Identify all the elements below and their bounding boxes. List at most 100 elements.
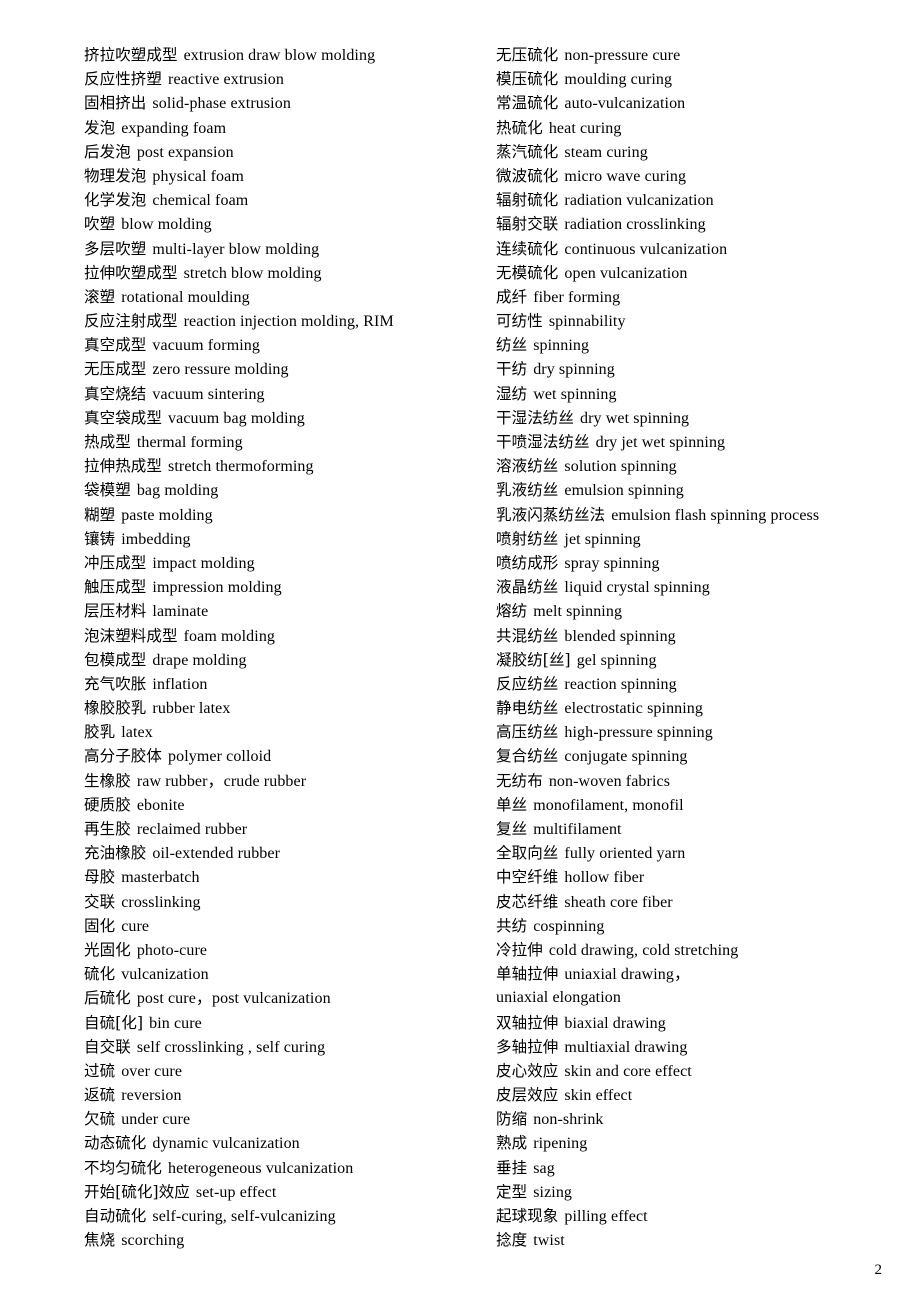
glossary-term-en: oil-extended rubber xyxy=(152,845,281,863)
glossary-term-zh: 光固化 xyxy=(84,940,131,959)
glossary-entry: 拉伸吹塑成型 stretch blow molding xyxy=(84,261,484,285)
glossary-term-zh: 常温硫化 xyxy=(496,94,559,113)
glossary-term-zh: 干湿法纺丝 xyxy=(496,408,575,427)
glossary-term-zh: 高压纺丝 xyxy=(496,723,559,742)
glossary-term-en: impact molding xyxy=(152,554,255,572)
glossary-term-en: spray spinning xyxy=(564,554,660,572)
glossary-entry: 垂挂 sag xyxy=(496,1156,884,1180)
glossary-term-en: ebonite xyxy=(136,796,185,814)
glossary-term-en: photo-cure xyxy=(136,941,208,959)
glossary-term-en: extrusion draw blow molding xyxy=(183,47,376,64)
glossary-term-zh: 皮芯纤维 xyxy=(496,892,559,911)
glossary-entry: 双轴拉伸 biaxial drawing xyxy=(496,1011,884,1035)
glossary-term-zh: 热硫化 xyxy=(496,118,543,137)
glossary-term-en: post expansion xyxy=(136,143,234,161)
document-page: 挤拉吹塑成型 extrusion draw blow molding 反应性挤塑 re… xyxy=(0,0,920,1302)
glossary-term-zh: 模压硫化 xyxy=(496,70,559,89)
glossary-term-en: continuous vulcanization xyxy=(564,240,728,258)
glossary-term-en: uniaxial elongation xyxy=(496,989,621,1007)
glossary-entry: 喷纺成形 spray spinning xyxy=(496,551,884,575)
glossary-term-zh: 湿纺 xyxy=(496,384,528,403)
glossary-term-en: dry jet wet spinning xyxy=(595,434,726,451)
glossary-entry: 凝胶纺[丝] gel spinning xyxy=(496,648,884,672)
glossary-term-en: polymer colloid xyxy=(168,748,272,766)
glossary-term-en: post cure，post vulcanization xyxy=(136,990,331,1008)
glossary-entry: 焦烧 scorching xyxy=(84,1228,484,1252)
glossary-term-en: chemical foam xyxy=(152,192,249,210)
glossary-entry: 滚塑 rotational moulding xyxy=(84,285,484,309)
glossary-term-en: steam curing xyxy=(564,143,648,161)
glossary-term-zh: 拉伸热成型 xyxy=(84,457,163,476)
glossary-term-zh: 真空成型 xyxy=(84,336,147,355)
glossary-term-zh: 反应注射成型 xyxy=(84,312,178,331)
glossary-term-en: rotational moulding xyxy=(121,288,250,306)
glossary-term-en: radiation vulcanization xyxy=(564,192,714,210)
glossary-entry: 连续硫化 continuous vulcanization xyxy=(496,237,884,261)
glossary-entry: 充气吹胀 inflation xyxy=(84,672,484,696)
glossary-entry: 自硫[化] bin cure xyxy=(84,1011,484,1035)
glossary-term-en: spinning xyxy=(533,337,590,355)
glossary-term-en: crosslinking xyxy=(121,893,201,911)
glossary-term-zh: 焦烧 xyxy=(84,1231,116,1250)
glossary-term-zh: 中空纤维 xyxy=(496,868,559,887)
glossary-column-right: 无压硫化 non-pressure cure 模压硫化 moulding curing… xyxy=(484,43,884,1252)
glossary-term-en: over cure xyxy=(121,1062,183,1080)
glossary-term-en: raw rubber，crude rubber xyxy=(136,772,307,790)
glossary-term-zh: 成纤 xyxy=(496,287,528,306)
glossary-term-en: pilling effect xyxy=(564,1208,648,1225)
glossary-term-zh: 冷拉伸 xyxy=(496,940,543,959)
glossary-term-zh: 垂挂 xyxy=(496,1158,528,1177)
glossary-entry: 袋模塑 bag molding xyxy=(84,478,484,502)
glossary-entry: 皮层效应 skin effect xyxy=(496,1083,884,1107)
glossary-entry: 熟成 ripening xyxy=(496,1131,884,1155)
glossary-entry: 真空成型 vacuum forming xyxy=(84,333,484,357)
glossary-entry: 全取向丝 fully oriented yarn xyxy=(496,841,884,865)
glossary-term-zh: 固化 xyxy=(84,916,116,935)
glossary-term-zh: 触压成型 xyxy=(84,578,147,597)
glossary-entry: 共纺 cospinning xyxy=(496,914,884,938)
glossary-entry: 蒸汽硫化 steam curing xyxy=(496,140,884,164)
glossary-term-en: wet spinning xyxy=(533,385,617,403)
glossary-entry: 纺丝 spinning xyxy=(496,333,884,357)
glossary-term-zh: 挤拉吹塑成型 xyxy=(84,46,178,64)
glossary-term-en: stretch blow molding xyxy=(183,264,322,282)
glossary-term-en: scorching xyxy=(121,1232,185,1250)
glossary-entry: 干纺 dry spinning xyxy=(496,357,884,381)
glossary-term-zh: 蒸汽硫化 xyxy=(496,142,559,161)
glossary-term-zh: 硬质胶 xyxy=(84,795,131,814)
glossary-term-en: self crosslinking , self curing xyxy=(136,1038,326,1056)
glossary-term-zh: 滚塑 xyxy=(84,287,116,306)
glossary-term-zh: 连续硫化 xyxy=(496,239,559,258)
glossary-term-zh: 固相挤出 xyxy=(84,94,147,113)
glossary-term-zh: 共混纺丝 xyxy=(496,626,559,645)
glossary-term-zh: 熔纺 xyxy=(496,602,528,621)
glossary-term-zh: 起球现象 xyxy=(496,1207,559,1225)
glossary-term-zh: 纺丝 xyxy=(496,336,528,355)
glossary-term-en: foam molding xyxy=(183,627,276,645)
glossary-term-zh: 自动硫化 xyxy=(84,1207,147,1225)
glossary-term-zh: 欠硫 xyxy=(84,1110,116,1129)
glossary-term-zh: 双轴拉伸 xyxy=(496,1013,559,1032)
glossary-term-en: multifilament xyxy=(533,821,622,838)
glossary-term-en: heat curing xyxy=(548,119,622,137)
glossary-term-en: vacuum forming xyxy=(152,337,261,355)
glossary-term-zh: 再生胶 xyxy=(84,820,131,838)
glossary-term-zh: 返硫 xyxy=(84,1086,116,1105)
glossary-term-zh: 真空烧结 xyxy=(84,384,147,403)
glossary-term-zh: 静电纺丝 xyxy=(496,699,559,718)
glossary-term-zh: 开始[硫化]效应 xyxy=(84,1182,190,1201)
glossary-entry: 充油橡胶 oil-extended rubber xyxy=(84,841,484,865)
glossary-term-zh: 袋模塑 xyxy=(84,481,131,500)
glossary-term-zh: 喷射纺丝 xyxy=(496,529,559,548)
glossary-term-en: physical foam xyxy=(152,167,244,185)
glossary-entry: 过硫 over cure xyxy=(84,1059,484,1083)
glossary-entry: 捻度 twist xyxy=(496,1228,884,1252)
glossary-term-en: expanding foam xyxy=(121,119,227,137)
glossary-term-en: liquid crystal spinning xyxy=(564,579,710,597)
glossary-entry: 发泡 expanding foam xyxy=(84,116,484,140)
glossary-term-en: solution spinning xyxy=(564,458,677,476)
glossary-term-zh: 橡胶胶乳 xyxy=(84,699,147,718)
glossary-term-en: twist xyxy=(533,1232,565,1250)
glossary-entry: 无模硫化 open vulcanization xyxy=(496,261,884,285)
glossary-term-en: biaxial drawing xyxy=(564,1014,666,1032)
